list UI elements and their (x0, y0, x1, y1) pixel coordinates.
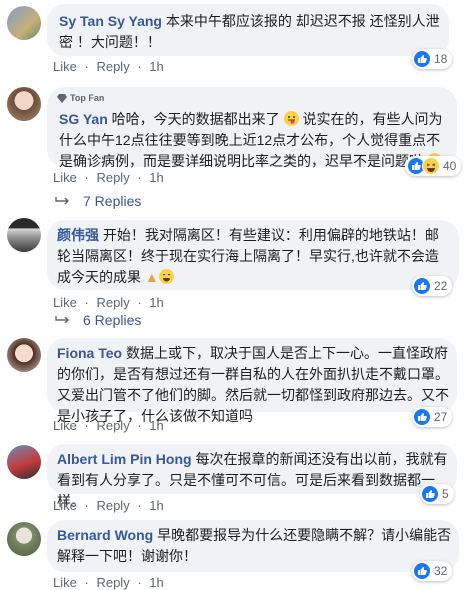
like-link[interactable]: Like (53, 59, 77, 74)
comment-bubble: Albert Lim Pin Hong 每次在报章的新闻还没有出以前，我就有看到… (47, 444, 457, 509)
comment-bubble: 颜伟强 开始！我对隔离区！有些建议：利用偏辟的地铁站！邮轮当隔离区！终于现在实行… (47, 220, 459, 290)
reply-link[interactable]: Reply (96, 575, 129, 590)
comment-bubble: Top Fan SG Yan 哈哈，今天的数据都出来了 说实在的，有些人问为什么… (47, 87, 457, 169)
comment-bubble: Bernard Wong 早晚都要报导为什么还要隐瞒不解？请小编能否解释一下吧！… (47, 520, 459, 572)
avatar[interactable] (7, 6, 41, 40)
avatar[interactable] (7, 338, 41, 372)
comment-bubble: Sy Tan Sy Yang 本来中午都应该报的 却迟迟不报 还怪别人泄密 ！大… (47, 4, 449, 56)
reply-link[interactable]: Reply (96, 170, 129, 185)
reaction-count[interactable]: 40 (405, 156, 462, 176)
like-link[interactable]: Like (53, 418, 77, 433)
like-link[interactable]: Like (53, 295, 77, 310)
avatar[interactable] (7, 218, 41, 252)
like-link[interactable]: Like (53, 498, 77, 513)
comment-author[interactable]: Albert Lim Pin Hong (57, 451, 192, 467)
reply-link[interactable]: Reply (96, 418, 129, 433)
reply-link[interactable]: Reply (96, 498, 129, 513)
reply-link[interactable]: Reply (96, 59, 129, 74)
like-icon (414, 51, 430, 67)
comment-actions: Like · Reply · 1h (53, 295, 164, 310)
comment-actions: Like · Reply · 1h (53, 59, 164, 74)
reaction-count[interactable]: 32 (412, 561, 453, 581)
reply-link[interactable]: Reply (96, 295, 129, 310)
like-link[interactable]: Like (53, 575, 77, 590)
timestamp[interactable]: 1h (149, 59, 163, 74)
comment-bubble: Fiona Teo 数据上或下，取决于国人是否上下一心。一直怪政府的你们，是否有… (47, 338, 457, 424)
comment-actions: Like · Reply · 1h (53, 498, 164, 513)
avatar[interactable] (7, 445, 41, 479)
like-icon (414, 563, 430, 579)
comment-actions: Like · Reply · 1h (53, 418, 164, 433)
reply-arrow-icon (55, 197, 69, 205)
comment-author[interactable]: Fiona Teo (57, 345, 122, 361)
pray-emoji-icon: ▲ (144, 269, 159, 285)
timestamp[interactable]: 1h (149, 418, 163, 433)
timestamp[interactable]: 1h (149, 498, 163, 513)
comment-actions: Like · Reply · 1h (53, 575, 164, 590)
comment-author[interactable]: 颜伟强 (57, 227, 99, 243)
avatar[interactable] (7, 87, 41, 121)
comment-actions: Like · Reply · 1h (53, 170, 164, 185)
timestamp[interactable]: 1h (149, 170, 163, 185)
haha-icon (422, 157, 440, 175)
reaction-count[interactable]: 22 (412, 276, 453, 296)
reaction-count[interactable]: 5 (420, 484, 454, 504)
view-replies-link[interactable]: 7 Replies (55, 193, 141, 209)
timestamp[interactable]: 1h (149, 295, 163, 310)
like-link[interactable]: Like (53, 170, 77, 185)
comment-text: 哈哈，今天的数据都出来了 (111, 111, 280, 127)
diamond-icon (57, 93, 67, 103)
top-fan-badge: Top Fan (57, 93, 104, 103)
sweat-smile-emoji-icon (158, 269, 174, 284)
comment-author[interactable]: Sy Tan Sy Yang (59, 13, 162, 29)
like-icon (422, 486, 438, 502)
comment-author[interactable]: Bernard Wong (57, 527, 153, 543)
reply-arrow-icon (55, 316, 69, 324)
comment-text: 开始！我对隔离区！有些建议：利用偏辟的地铁站！邮轮当隔离区！终于现在实行海上隔离… (57, 227, 439, 285)
like-icon (414, 409, 430, 425)
reaction-count[interactable]: 18 (412, 49, 453, 69)
view-replies-link[interactable]: 6 Replies (55, 312, 141, 328)
like-icon (414, 278, 430, 294)
avatar[interactable] (7, 522, 41, 556)
timestamp[interactable]: 1h (149, 575, 163, 590)
comment-author[interactable]: SG Yan (59, 111, 108, 127)
reaction-count[interactable]: 27 (412, 407, 453, 427)
tongue-emoji-icon (283, 111, 299, 126)
